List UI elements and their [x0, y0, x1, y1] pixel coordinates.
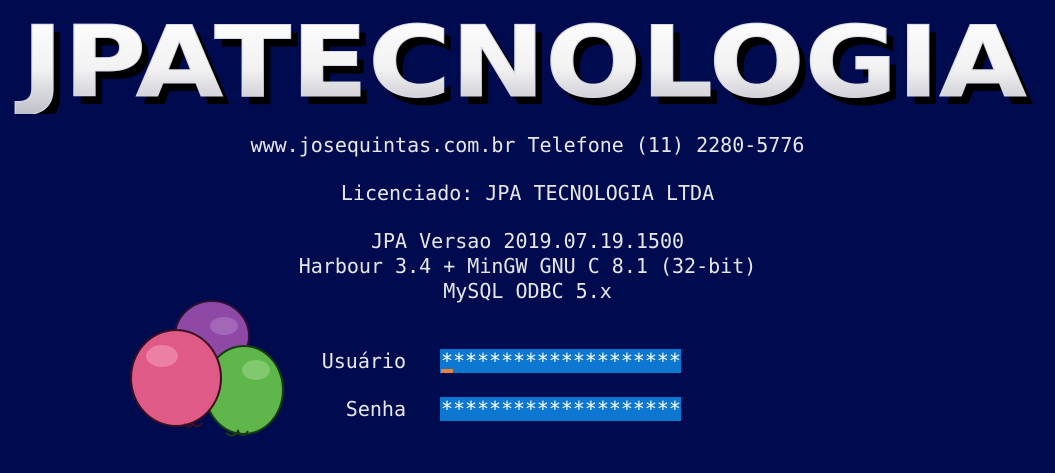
password-field[interactable]: ********************	[440, 397, 681, 421]
text-cursor	[441, 369, 453, 373]
version-text: JPA Versao 2019.07.19.1500	[370, 229, 685, 253]
license-text: Licenciado: JPA TECNOLOGIA LTDA	[340, 181, 715, 205]
password-label: Senha	[345, 397, 406, 421]
svg-text:JPATECNOLOGIA: JPATECNOLOGIA	[15, 14, 1027, 114]
username-label: Usuário	[321, 349, 406, 373]
website-phone-text: www.josequintas.com.br Telefone (11) 228…	[250, 133, 805, 157]
compiler-text: Harbour 3.4 + MinGW GNU C 8.1 (32-bit)	[298, 254, 757, 278]
company-logo: JPATECNOLOGIA JPATECNOLOGIA	[14, 14, 1034, 114]
username-field[interactable]: ********************	[440, 349, 681, 373]
balloons-icon	[130, 300, 284, 437]
